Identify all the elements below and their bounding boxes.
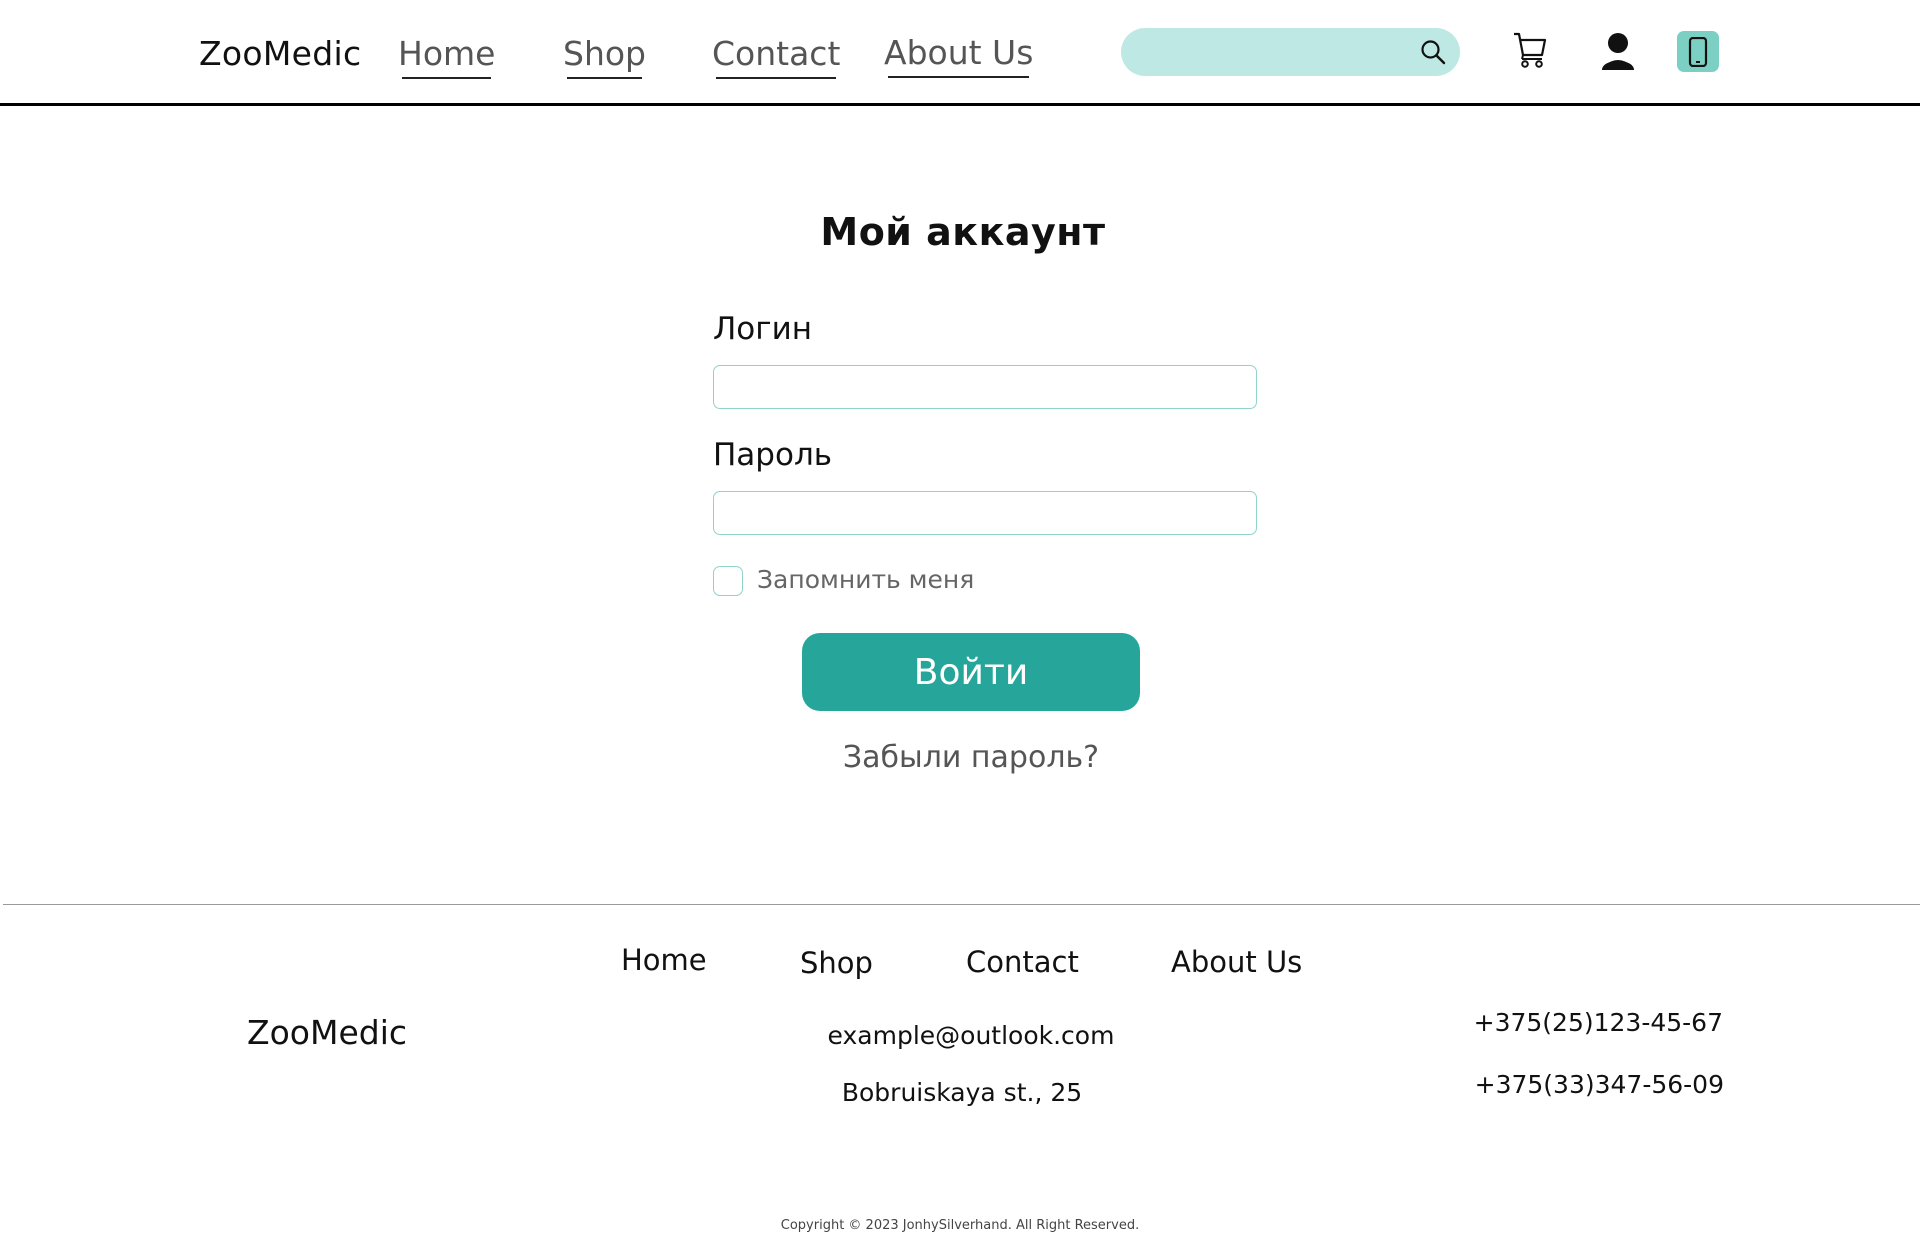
page: ZooMedic Home Shop Contact About Us Мой … [0,0,1920,1260]
nav-shop-label: Shop [563,34,646,73]
remember-me-checkbox[interactable] [713,566,743,596]
search-icon[interactable] [1420,39,1446,65]
page-title: Мой аккаунт [820,210,1106,254]
login-button[interactable]: Войти [802,633,1140,711]
copyright: Copyright © 2023 JonhySilverhand. All Ri… [780,1218,1140,1233]
nav-home-label: Home [398,34,496,73]
phone-icon [1688,37,1708,67]
nav-underline [402,77,492,79]
password-label: Пароль [713,437,833,473]
login-field[interactable] [713,365,1257,409]
footer-nav-home[interactable]: Home [621,943,707,977]
nav-shop[interactable]: Shop [563,34,646,79]
cart-icon[interactable] [1512,31,1548,69]
search-input[interactable] [1141,36,1411,68]
footer-phone[interactable]: +375(33)347-56-09 [1475,1070,1724,1099]
footer-nav-about-us[interactable]: About Us [1171,945,1302,979]
phone-button[interactable] [1677,31,1719,72]
site-header: ZooMedic Home Shop Contact About Us [0,0,1920,106]
search-bar [1121,28,1460,76]
nav-underline [567,77,642,79]
password-field[interactable] [713,491,1257,535]
logo[interactable]: ZooMedic [199,34,361,73]
nav-about-us[interactable]: About Us [884,33,1034,78]
nav-underline [888,76,1030,78]
nav-underline [716,77,837,79]
footer-nav-shop[interactable]: Shop [800,946,873,980]
footer-nav-contact[interactable]: Contact [966,945,1079,979]
nav-about-us-label: About Us [884,33,1034,72]
user-icon[interactable] [1600,32,1636,72]
nav-home[interactable]: Home [398,34,496,79]
nav-contact[interactable]: Contact [712,34,841,79]
login-label: Логин [713,311,812,347]
footer-phone[interactable]: +375(25)123-45-67 [1474,1008,1723,1037]
footer-divider [3,904,1920,905]
forgot-password-link[interactable]: Забыли пароль? [0,740,1920,775]
nav-contact-label: Contact [712,34,841,73]
remember-me-label[interactable]: Запомнить меня [757,565,974,594]
